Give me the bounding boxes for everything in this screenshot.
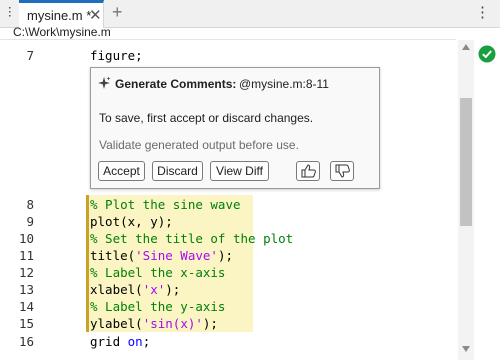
line-number: 12 — [18, 265, 34, 280]
close-icon[interactable]: ✕ — [89, 6, 102, 24]
scroll-down-arrow-icon[interactable] — [462, 346, 470, 352]
code-token-comment: % Label the x-axis — [90, 265, 226, 280]
line-number: 8 — [26, 197, 34, 212]
popup-title: Generate Comments: — [115, 77, 237, 91]
tab-mysine[interactable]: mysine.m * ✕ — [19, 0, 104, 28]
code-text: xlabel('x'); — [90, 281, 180, 298]
code-token-plain: xlabel( — [90, 282, 143, 297]
popup-message: To save, first accept or discard changes… — [99, 111, 314, 125]
code-token-string: 'Sine Wave' — [135, 248, 218, 263]
add-tab-icon[interactable]: + — [112, 2, 123, 23]
code-token-string: 'sin(x)' — [142, 316, 203, 331]
line-number: 14 — [18, 299, 34, 314]
code-token-plain: grid — [90, 334, 128, 349]
thumbs-up-button[interactable] — [296, 161, 320, 181]
code-text: plot(x, y); — [90, 213, 173, 230]
code-line[interactable]: 13 xlabel('x'); — [0, 281, 456, 298]
code-token-plain: ); — [202, 316, 218, 331]
code-token-plain: ); — [217, 248, 234, 263]
thumbs-down-icon — [335, 164, 350, 178]
code-line[interactable]: 10 % Set the title of the plot — [0, 230, 456, 247]
code-text: % Set the title of the plot — [90, 230, 293, 247]
popup-note: Validate generated output before use. — [99, 138, 299, 152]
accept-button[interactable]: Accept — [98, 161, 145, 181]
code-token-plain: title( — [90, 248, 136, 263]
tab-title: mysine.m * — [27, 8, 92, 23]
code-line[interactable]: 9 plot(x, y); — [0, 213, 456, 230]
code-text: ylabel('sin(x)'); — [90, 315, 218, 332]
line-number: 15 — [18, 316, 34, 331]
line-number: 9 — [26, 214, 34, 229]
code-token-plain: ); — [165, 282, 181, 297]
code-token-plain: ylabel( — [90, 316, 143, 331]
breadcrumb: C:\Work\mysine.m — [13, 25, 111, 39]
line-number: 10 — [18, 231, 34, 246]
view-diff-button[interactable]: View Diff — [210, 161, 269, 181]
code-text: title('Sine Wave'); — [90, 247, 233, 264]
line-number: 11 — [18, 248, 34, 263]
code-line[interactable]: 14 % Label the y-axis — [0, 298, 456, 315]
code-line[interactable]: 11 title('Sine Wave'); — [0, 247, 456, 264]
generate-comments-popup: Generate Comments: @mysine.m:8-11 To sav… — [90, 67, 380, 189]
line-number: 16 — [18, 334, 34, 349]
sparkle-icon — [98, 76, 111, 89]
discard-button[interactable]: Discard — [152, 161, 203, 181]
scrollbar-thumb[interactable] — [460, 98, 472, 226]
code-line[interactable]: 8 % Plot the sine wave — [0, 196, 456, 213]
thumbs-down-button[interactable] — [330, 161, 354, 181]
code-token-plain: ; — [142, 334, 151, 349]
code-text: figure; — [90, 47, 143, 64]
editor-divider — [0, 39, 456, 40]
code-token-plain: figure; — [90, 48, 143, 63]
code-token-plain: plot(x, y); — [90, 214, 173, 229]
code-text: grid on; — [90, 333, 150, 350]
code-token-comment: % Set the title of the plot — [90, 231, 294, 246]
code-text: % Label the y-axis — [90, 298, 225, 315]
code-line[interactable]: 16 grid on; — [0, 333, 456, 350]
line-number: 7 — [26, 48, 34, 63]
code-text: % Label the x-axis — [90, 264, 225, 281]
line-number: 13 — [18, 282, 34, 297]
scroll-up-arrow-icon[interactable] — [462, 44, 470, 50]
code-token-comment: % Plot the sine wave — [90, 197, 241, 212]
code-token-string: 'x' — [142, 282, 166, 297]
tab-menu-icon[interactable] — [3, 5, 17, 21]
code-token-comment: % Label the y-axis — [90, 299, 226, 314]
more-options-icon[interactable]: ⋮ — [475, 3, 490, 21]
thumbs-up-icon — [301, 164, 316, 178]
code-text: % Plot the sine wave — [90, 196, 241, 213]
tab-bar: mysine.m * ✕ + ⋮ — [0, 0, 500, 28]
code-line[interactable]: 15 ylabel('sin(x)'); — [0, 315, 456, 332]
code-line[interactable]: 7 figure; — [0, 47, 456, 64]
code-token-keyword: on — [127, 334, 143, 349]
code-line[interactable]: 12 % Label the x-axis — [0, 264, 456, 281]
check-circle-icon — [478, 45, 496, 63]
popup-reference: @mysine.m:8-11 — [239, 77, 329, 91]
